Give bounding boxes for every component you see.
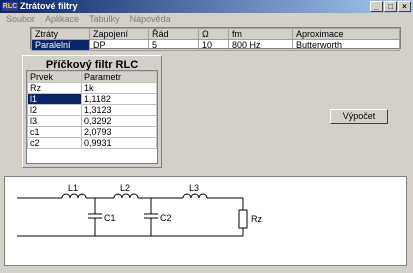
main-window: RLC Ztrátové filtry _ □ × Soubor Aplikac… [0, 0, 413, 273]
capacitor-c1-label: C1 [104, 213, 116, 223]
table-row[interactable]: Rz 1k [27, 82, 157, 94]
capacitor-c2-label: C2 [160, 213, 172, 223]
maximize-button[interactable]: □ [384, 1, 397, 12]
header-ztraty: Ztráty [31, 28, 90, 40]
element-name[interactable]: c2 [27, 137, 82, 149]
header-parametr: Parametr [81, 71, 157, 83]
filter-parameters-grid[interactable]: Ztráty Zapojení Řád Ω fm Aproximace Para… [30, 27, 401, 51]
element-value[interactable]: 1,1182 [81, 93, 157, 105]
table-row[interactable]: c2 0,9931 [27, 137, 157, 149]
header-omega: Ω [198, 28, 229, 40]
cell-omega[interactable]: 10 [198, 39, 229, 51]
rlc-parameters-grid[interactable]: Prvek Parametr Rz 1k l1 1,1182 l2 1,3123… [26, 70, 158, 164]
cell-aproximace[interactable]: Butterworth [292, 39, 400, 51]
element-name[interactable]: l3 [27, 115, 82, 127]
table-row[interactable]: l2 1,3123 [27, 104, 157, 116]
header-prvek: Prvek [27, 71, 82, 83]
menu-aplikace[interactable]: Aplikace [45, 13, 79, 25]
close-button[interactable]: × [398, 1, 411, 12]
rlc-filter-panel: Příčkový filtr RLC Prvek Parametr Rz 1k … [22, 55, 162, 168]
element-value[interactable]: 0,3292 [81, 115, 157, 127]
menu-tabulky[interactable]: Tabulky [89, 13, 120, 25]
inductor-l2-label: L2 [120, 183, 130, 193]
window-title: Ztrátové filtry [20, 1, 78, 11]
menu-bar: Soubor Aplikace Tabulky Nápověda [0, 13, 413, 25]
element-name[interactable]: l2 [27, 104, 82, 116]
element-value[interactable]: 1,3123 [81, 104, 157, 116]
element-name[interactable]: Rz [27, 82, 82, 94]
cell-rad[interactable]: 5 [148, 39, 199, 51]
header-aproximace: Aproximace [292, 28, 400, 40]
element-name[interactable]: c1 [27, 126, 82, 138]
cell-ztraty[interactable]: Paralelní [31, 39, 90, 51]
cell-fm[interactable]: 800 Hz [228, 39, 293, 51]
inductor-l3-label: L3 [189, 183, 199, 193]
element-value[interactable]: 0,9931 [81, 137, 157, 149]
menu-soubor[interactable]: Soubor [6, 13, 35, 25]
menu-napoveda[interactable]: Nápověda [130, 13, 171, 25]
minimize-button[interactable]: _ [370, 1, 383, 12]
cell-zapojeni[interactable]: DP [89, 39, 149, 51]
title-bar[interactable]: RLC Ztrátové filtry _ □ × [0, 0, 413, 13]
header-rad: Řád [148, 28, 199, 40]
app-icon: RLC [2, 2, 18, 11]
element-value[interactable]: 1k [81, 82, 157, 94]
circuit-schematic: L1 L2 L3 C1 C2 Rz [17, 183, 262, 237]
element-name[interactable]: l1 [27, 93, 82, 105]
header-fm: fm [228, 28, 293, 40]
header-zapojeni: Zapojení [89, 28, 149, 40]
inductor-l1-label: L1 [68, 183, 78, 193]
resistor-rz-label: Rz [251, 214, 262, 224]
table-row[interactable]: l1 1,1182 [27, 93, 157, 105]
table-row[interactable]: l3 0,3292 [27, 115, 157, 127]
circuit-diagram-panel: L1 L2 L3 C1 C2 Rz [4, 176, 407, 266]
element-value[interactable]: 2,0793 [81, 126, 157, 138]
table-row[interactable]: c1 2,0793 [27, 126, 157, 138]
calculate-button[interactable]: Výpočet [330, 109, 388, 124]
